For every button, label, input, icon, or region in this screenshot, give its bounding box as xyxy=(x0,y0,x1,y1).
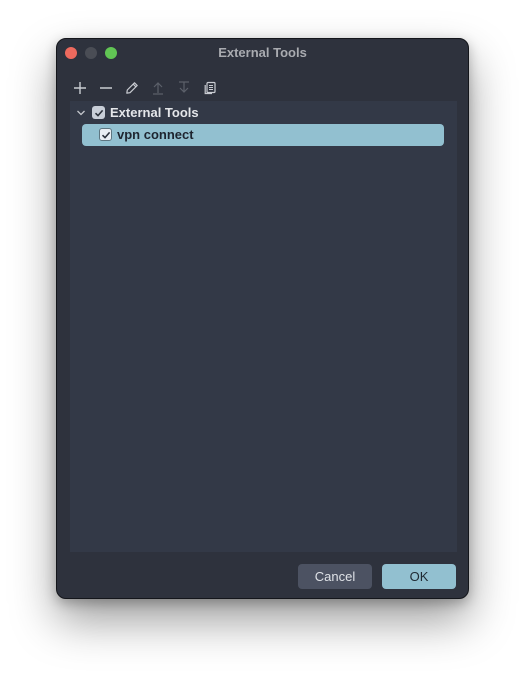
pencil-icon xyxy=(126,82,138,94)
item-label: vpn connect xyxy=(117,127,194,142)
item-checkbox[interactable] xyxy=(99,128,112,141)
group-checkbox[interactable] xyxy=(92,106,105,119)
plus-icon xyxy=(74,82,86,94)
group-label: External Tools xyxy=(110,105,199,120)
cancel-button[interactable]: Cancel xyxy=(298,564,372,589)
tree-group-external-tools[interactable]: External Tools xyxy=(70,102,457,124)
edit-tool-button[interactable] xyxy=(121,77,143,99)
add-tool-button[interactable] xyxy=(69,77,91,99)
minus-icon xyxy=(100,87,112,89)
chevron-down-icon[interactable] xyxy=(75,107,87,119)
check-icon xyxy=(94,109,103,117)
title-bar: External Tools xyxy=(57,39,468,67)
remove-tool-button[interactable] xyxy=(95,77,117,99)
arrow-down-icon xyxy=(179,81,189,93)
tree-item-vpn-connect[interactable]: vpn connect xyxy=(82,124,444,146)
window-title: External Tools xyxy=(218,45,307,60)
arrow-up-icon xyxy=(153,82,163,95)
check-icon xyxy=(101,131,110,139)
move-down-button[interactable] xyxy=(173,77,195,99)
external-tools-dialog: External Tools External Tools vpn connec… xyxy=(56,38,469,599)
tools-tree: External Tools vpn connect xyxy=(70,101,457,552)
copy-tool-button[interactable] xyxy=(199,77,221,99)
move-up-button[interactable] xyxy=(147,77,169,99)
copy-icon xyxy=(204,81,216,95)
ok-button[interactable]: OK xyxy=(382,564,456,589)
